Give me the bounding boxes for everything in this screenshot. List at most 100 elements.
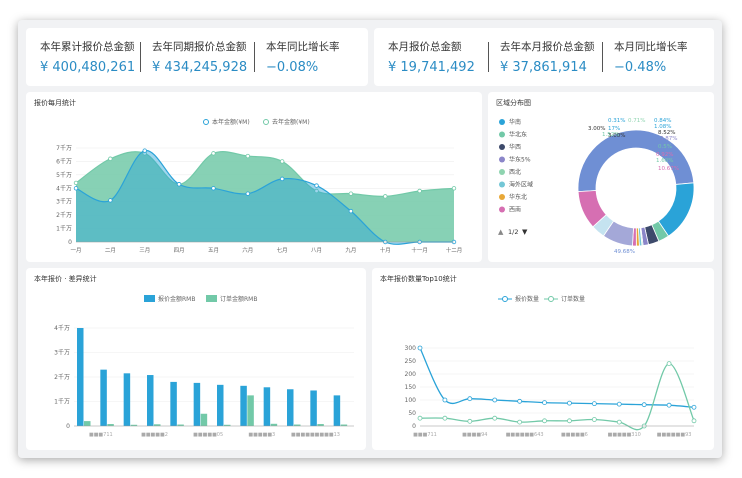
legend-label[interactable]: 西南	[509, 206, 521, 214]
donut-slice[interactable]	[657, 182, 695, 237]
y-tick-label: 150	[405, 384, 417, 391]
bar[interactable]	[100, 369, 107, 426]
data-point[interactable]	[666, 361, 672, 366]
legend-label[interactable]: 华南	[509, 118, 521, 126]
x-tick-label: 八月	[311, 247, 322, 254]
legend-marker[interactable]	[499, 119, 505, 125]
data-point[interactable]	[517, 419, 523, 425]
bar[interactable]	[287, 389, 294, 426]
legend-marker[interactable]	[499, 169, 505, 175]
data-point[interactable]	[211, 151, 216, 156]
data-point[interactable]	[467, 396, 473, 402]
legend-label[interactable]: 华东北	[509, 193, 527, 201]
data-point[interactable]	[567, 400, 572, 406]
data-point[interactable]	[417, 188, 422, 194]
data-point[interactable]	[567, 418, 572, 424]
x-tick-label: 十一月	[411, 246, 428, 254]
legend-label[interactable]: 华西	[509, 143, 521, 151]
pager-prev-icon[interactable]: ▲	[498, 228, 504, 236]
x-tick-label: 五月	[208, 247, 219, 254]
data-point[interactable]	[442, 415, 448, 421]
data-point[interactable]	[492, 397, 498, 403]
chart-legend[interactable]: 报价金额RMB 订单金额RMB	[144, 295, 257, 303]
bar[interactable]	[200, 413, 208, 426]
diff-chart-panel: 本年报价 · 差异统计 报价金额RMB 订单金额RMB 0 1千万 2千万 3千万 4千…	[26, 268, 366, 450]
bar[interactable]	[123, 373, 131, 426]
bar[interactable]	[170, 381, 177, 426]
region-donut-chart: 49.68%17%3.00%3.00%1.52%0.31% 0.71% 0.84%1…	[498, 118, 695, 255]
legend-label: 本年金额(¥M)	[212, 118, 250, 126]
legend-label[interactable]: 海外区域	[509, 181, 533, 189]
bar[interactable]	[263, 387, 271, 426]
bar[interactable]	[333, 395, 341, 426]
data-point[interactable]	[666, 402, 672, 408]
legend-marker[interactable]	[499, 156, 505, 163]
x-tick-label: 七月	[277, 246, 288, 254]
data-point[interactable]	[591, 417, 597, 422]
bar[interactable]	[217, 384, 224, 426]
data-point[interactable]	[279, 176, 285, 182]
data-point[interactable]	[616, 401, 622, 407]
data-point[interactable]	[616, 419, 622, 425]
data-point[interactable]	[542, 418, 547, 424]
legend-label[interactable]: 华北东	[509, 131, 527, 139]
legend-marker[interactable]	[499, 131, 505, 138]
data-point[interactable]	[691, 404, 697, 410]
data-point[interactable]	[245, 191, 251, 196]
data-point[interactable]	[73, 186, 79, 191]
data-point[interactable]	[245, 153, 251, 159]
chart-legend[interactable]: 报价数量 订单数量	[498, 295, 585, 303]
data-point[interactable]	[108, 198, 113, 203]
kpi-label: 本月同比增长率	[614, 41, 688, 53]
bar[interactable]	[247, 395, 254, 426]
x-tick-label: ■■■■■2	[141, 432, 168, 438]
legend-marker[interactable]	[499, 181, 505, 188]
kpi-year-total: 本年累计报价总金额 ¥ 400,480,261	[30, 28, 142, 86]
legend-marker[interactable]	[499, 144, 505, 150]
bar[interactable]	[84, 421, 91, 426]
kpi-value: ¥ 19,741,492	[388, 60, 475, 75]
data-point[interactable]	[492, 415, 498, 421]
data-point[interactable]	[542, 400, 547, 406]
data-point[interactable]	[383, 194, 388, 199]
data-point[interactable]	[417, 415, 423, 421]
data-point[interactable]	[442, 397, 448, 403]
x-tick-label: ■■■■94	[462, 432, 487, 438]
data-point[interactable]	[279, 159, 285, 164]
bar[interactable]	[147, 375, 154, 426]
pager-next-icon[interactable]: ▼	[522, 228, 528, 236]
data-point[interactable]	[314, 183, 319, 188]
y-tick-label: 0	[66, 423, 70, 430]
chart-legend[interactable]: 本年金额(¥M) 去年金额(¥M)	[203, 118, 310, 126]
legend-marker[interactable]	[499, 206, 505, 213]
data-point[interactable]	[176, 182, 182, 187]
data-point[interactable]	[591, 401, 597, 407]
data-point[interactable]	[467, 418, 473, 424]
y-tick-label: 300	[405, 345, 417, 352]
bar[interactable]	[193, 382, 201, 426]
bar[interactable]	[77, 328, 84, 426]
legend-label[interactable]: 西北	[509, 168, 521, 176]
bar[interactable]	[310, 390, 317, 426]
data-point[interactable]	[348, 208, 354, 214]
monthly-chart-panel: 报价每月统计 本年金额(¥M) 去年金额(¥M) 0 1千万 2千万 3千万 4千万 5千…	[26, 92, 482, 262]
data-point[interactable]	[142, 148, 147, 153]
kpi-label: 本月报价总金额	[388, 41, 462, 53]
data-point[interactable]	[211, 186, 216, 191]
data-point[interactable]	[641, 402, 647, 408]
monthly-area-chart: 本年金额(¥M) 去年金额(¥M) 0 1千万 2千万 3千万 4千万 5千万 6千万 7千万…	[56, 118, 463, 254]
data-point[interactable]	[517, 398, 523, 404]
data-point[interactable]	[108, 156, 113, 161]
legend-label[interactable]: 华东5%	[509, 156, 531, 164]
bar[interactable]	[240, 385, 247, 426]
data-point[interactable]	[348, 191, 354, 196]
legend-marker[interactable]	[499, 194, 505, 200]
kpi-year-growth: 本年同比增长率 −0.08%	[256, 28, 366, 86]
x-tick-label: 十二月	[446, 246, 463, 254]
data-point[interactable]	[417, 345, 423, 351]
data-point[interactable]	[73, 180, 79, 186]
bar[interactable]	[270, 423, 278, 426]
data-point[interactable]	[691, 418, 697, 424]
data-point[interactable]	[451, 186, 457, 191]
y-tick-label: 7千万	[56, 144, 72, 152]
